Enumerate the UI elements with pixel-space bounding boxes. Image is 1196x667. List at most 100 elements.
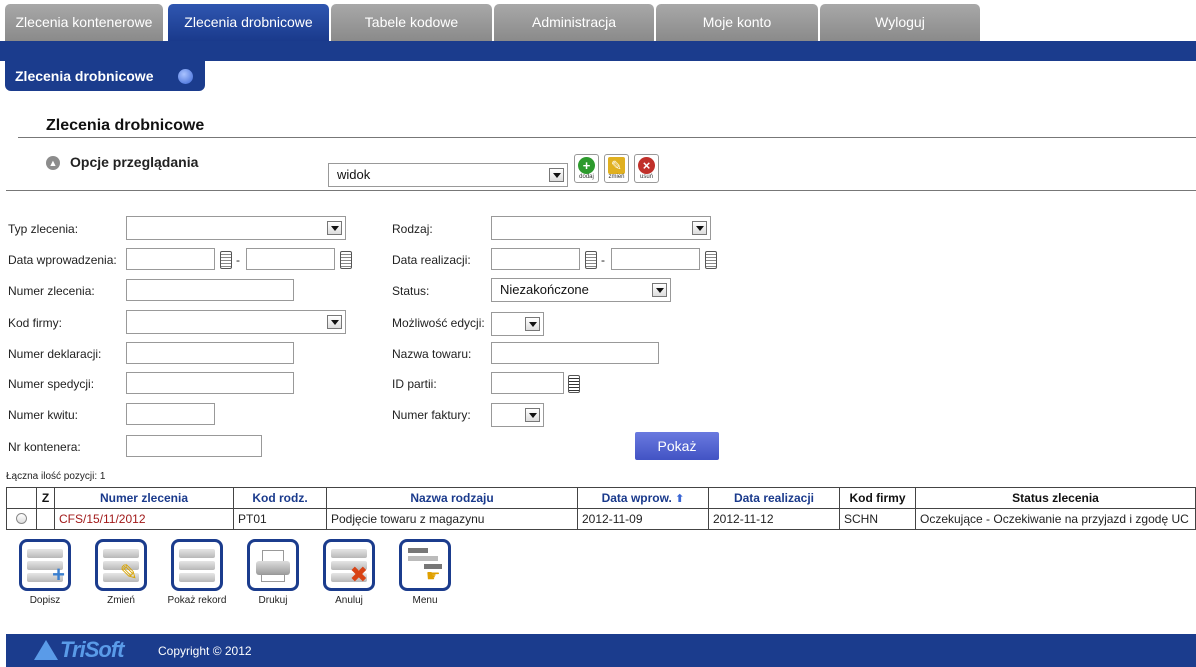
logo-text: TriSoft (60, 637, 124, 662)
edit-record-icon: ✎ (95, 539, 147, 591)
dopisz-button[interactable]: + Dopisz (15, 539, 75, 606)
filter-label-kod-firmy: Kod firmy: (8, 316, 63, 330)
numer-deklaracji-input[interactable] (126, 342, 294, 364)
chevron-down-icon (525, 317, 540, 331)
status-select[interactable]: Niezakończone (491, 278, 671, 302)
results-table: Z Numer zlecenia Kod rodz. Nazwa rodzaju… (6, 487, 1196, 530)
edit-view-button[interactable]: ✎ zmień (604, 154, 629, 183)
tab-wyloguj[interactable]: Wyloguj (820, 4, 980, 41)
cancel-record-icon: ✖ (323, 539, 375, 591)
zmien-button[interactable]: ✎ Zmień (91, 539, 151, 606)
tab-moje-konto[interactable]: Moje konto (656, 4, 818, 41)
tab-tabele-kodowe[interactable]: Tabele kodowe (331, 4, 492, 41)
delete-icon: × (638, 157, 655, 174)
table-header-row: Z Numer zlecenia Kod rodz. Nazwa rodzaju… (6, 487, 1196, 509)
filter-label-mozliwosc-edycji: Możliwość edycji: (392, 316, 485, 330)
table-cell-data-realizacji: 2012-11-12 (708, 508, 840, 530)
kod-firmy-select[interactable] (126, 310, 346, 334)
tab-zlecenia-drobnicowe[interactable]: Zlecenia drobnicowe (168, 4, 329, 41)
numer-zlecenia-input[interactable] (126, 279, 294, 301)
logo-triangle-icon (34, 640, 58, 660)
header-bar (0, 41, 1196, 61)
column-header-kod-rodz[interactable]: Kod rodz. (233, 487, 327, 509)
footer: TriSoft Copyright © 2012 (6, 634, 1196, 667)
data-wprowadzenia-from-input[interactable] (126, 248, 215, 270)
filter-label-nr-kontenera: Nr kontenera: (8, 440, 81, 454)
date-range-dash: - (601, 253, 605, 267)
nr-kontenera-input[interactable] (126, 435, 262, 457)
column-header-data-wprow[interactable]: Data wprow. ⬆ (577, 487, 709, 509)
calendar-icon[interactable] (585, 251, 597, 269)
tab-zlecenia-kontenerowe[interactable]: Zlecenia kontenerowe (5, 4, 163, 41)
numer-faktury-select[interactable] (491, 403, 544, 427)
calendar-icon[interactable] (705, 251, 717, 269)
copyright-text: Copyright © 2012 (158, 644, 252, 658)
rodzaj-select[interactable] (491, 216, 711, 240)
add-view-label: dodaj (579, 174, 594, 180)
menu-button[interactable]: ☛ Menu (395, 539, 455, 606)
section-tab: Zlecenia drobnicowe (5, 61, 205, 91)
drukuj-button[interactable]: Drukuj (243, 539, 303, 606)
filter-label-typ-zlecenia: Typ zlecenia: (8, 222, 79, 236)
pokaz-rekord-label: Pokaż rekord (167, 595, 227, 606)
table-row[interactable]: CFS/15/11/2012 PT01 Podjęcie towaru z ma… (6, 508, 1196, 530)
nazwa-towaru-input[interactable] (491, 342, 659, 364)
numer-spedycji-input[interactable] (126, 372, 294, 394)
show-button[interactable]: Pokaż (635, 432, 719, 460)
pokaz-rekord-button[interactable]: Pokaż rekord (167, 539, 227, 606)
row-select-radio[interactable] (16, 513, 27, 524)
column-header-data-realizacji[interactable]: Data realizacji (708, 487, 840, 509)
numer-kwitu-input[interactable] (126, 403, 215, 425)
view-select[interactable]: widok (328, 163, 568, 187)
add-record-icon: + (19, 539, 71, 591)
anuluj-button[interactable]: ✖ Anuluj (319, 539, 379, 606)
chevron-down-icon (327, 221, 342, 235)
delete-view-button[interactable]: × usuń (634, 154, 659, 183)
view-options-label: Opcje przeglądania (70, 154, 199, 170)
chevron-down-icon (652, 283, 667, 297)
table-cell-numer-zlecenia[interactable]: CFS/15/11/2012 (54, 508, 234, 530)
chevron-up-icon: ▲ (46, 156, 60, 170)
data-wprowadzenia-to-input[interactable] (246, 248, 335, 270)
table-cell-kod-firmy: SCHN (839, 508, 916, 530)
mozliwosc-edycji-select[interactable] (491, 312, 544, 336)
column-header-nazwa-rodzaju[interactable]: Nazwa rodzaju (326, 487, 578, 509)
divider (18, 137, 1196, 138)
data-realizacji-from-input[interactable] (491, 248, 580, 270)
info-icon[interactable] (178, 69, 193, 84)
table-cell-nazwa-rodzaju: Podjęcie towaru z magazynu (326, 508, 578, 530)
chevron-down-icon (549, 168, 564, 182)
dopisz-label: Dopisz (29, 595, 61, 606)
column-header-numer-zlecenia[interactable]: Numer zlecenia (54, 487, 234, 509)
add-view-button[interactable]: + dodaj (574, 154, 599, 183)
tab-administracja[interactable]: Administracja (494, 4, 654, 41)
top-tab-bar: Zlecenia kontenerowe Zlecenia drobnicowe… (0, 0, 1196, 41)
delete-view-label: usuń (639, 174, 653, 180)
drukuj-label: Drukuj (258, 595, 288, 606)
chevron-down-icon (525, 408, 540, 422)
column-header-status-zlecenia[interactable]: Status zlecenia (915, 487, 1196, 509)
filter-label-rodzaj: Rodzaj: (392, 222, 433, 236)
view-options-toggle[interactable]: ▲ Opcje przeglądania (46, 154, 198, 170)
calendar-icon[interactable] (220, 251, 232, 269)
zmien-label: Zmień (107, 595, 135, 606)
record-count: Łączna ilość pozycji: 1 (6, 471, 106, 482)
calendar-icon[interactable] (340, 251, 352, 269)
filter-label-numer-kwitu: Numer kwitu: (8, 408, 79, 422)
typ-zlecenia-select[interactable] (126, 216, 346, 240)
printer-icon (247, 539, 299, 591)
anuluj-label: Anuluj (335, 595, 363, 606)
table-cell-status-zlecenia: Oczekujące - Oczekiwanie na przyjazd i z… (915, 508, 1196, 530)
menu-icon: ☛ (399, 539, 451, 591)
list-picker-icon[interactable] (568, 375, 580, 393)
filter-label-data-realizacji: Data realizacji: (392, 253, 471, 267)
page-title: Zlecenia drobnicowe (46, 117, 205, 134)
id-partii-input[interactable] (491, 372, 564, 394)
column-header-z[interactable]: Z (36, 487, 55, 509)
chevron-down-icon (692, 221, 707, 235)
data-realizacji-to-input[interactable] (611, 248, 700, 270)
filter-label-numer-spedycji: Numer spedycji: (8, 377, 95, 391)
column-header-kod-firmy[interactable]: Kod firmy (839, 487, 916, 509)
section-tab-label: Zlecenia drobnicowe (15, 68, 154, 84)
row-radio-cell[interactable] (6, 508, 37, 530)
